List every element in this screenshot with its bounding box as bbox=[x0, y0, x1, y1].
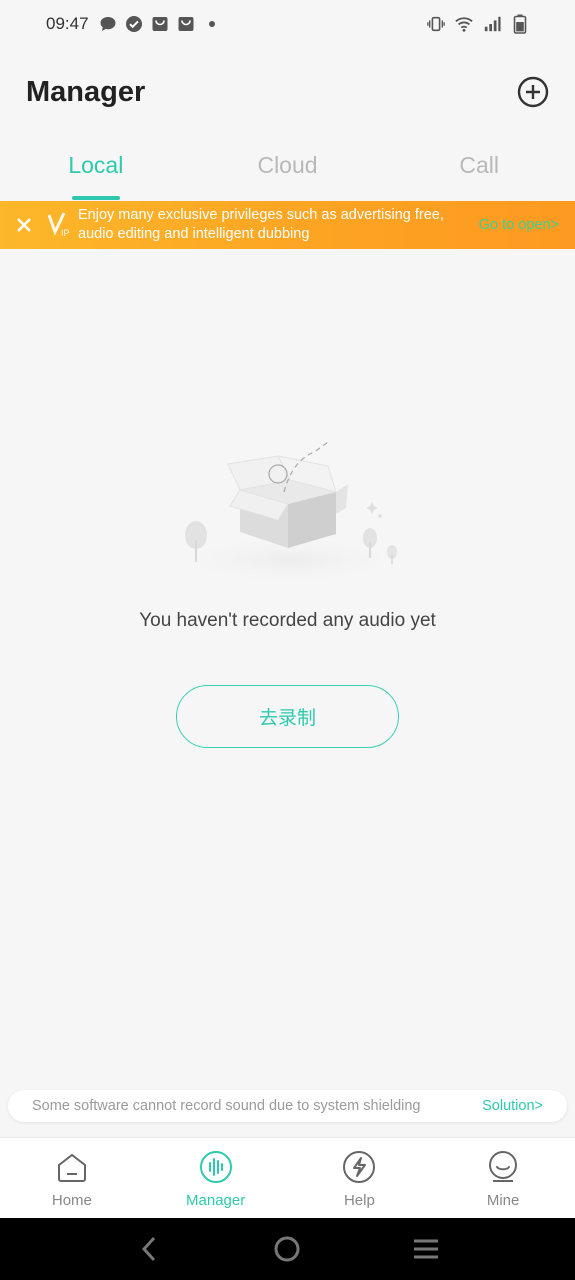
vip-icon: IP bbox=[47, 211, 74, 239]
empty-message: You haven't recorded any audio yet bbox=[139, 610, 436, 631]
svg-text:IP: IP bbox=[61, 228, 70, 238]
add-button[interactable] bbox=[517, 76, 549, 108]
system-nav-bar bbox=[0, 1218, 575, 1280]
audio-wave-icon bbox=[199, 1151, 232, 1183]
signal-icon bbox=[483, 15, 501, 33]
nav-item-mine[interactable]: Mine bbox=[431, 1138, 575, 1218]
notice-bar: Some software cannot record sound due to… bbox=[8, 1090, 567, 1122]
banner-text: Enjoy many exclusive privileges such as … bbox=[78, 207, 444, 242]
banner-open-link[interactable]: Go to open> bbox=[479, 217, 559, 233]
home-icon bbox=[57, 1153, 86, 1182]
check-circle-icon bbox=[125, 15, 143, 33]
close-icon[interactable] bbox=[0, 201, 48, 249]
nav-label: Help bbox=[343, 1192, 375, 1209]
notification-icons bbox=[99, 15, 221, 33]
wifi-icon bbox=[455, 15, 473, 33]
shopping-bag-icon bbox=[177, 15, 195, 33]
notice-text: Some software cannot record sound due to… bbox=[32, 1098, 421, 1114]
nav-label: Manager bbox=[186, 1192, 246, 1209]
tab-call[interactable]: Call bbox=[383, 140, 575, 200]
plus-circle-icon bbox=[517, 76, 549, 108]
battery-icon bbox=[511, 14, 529, 34]
dot-icon bbox=[203, 15, 221, 33]
bottom-nav: Home Manager Help Mine bbox=[0, 1137, 575, 1218]
empty-box-icon bbox=[160, 430, 420, 590]
status-time: 09:47 bbox=[46, 14, 89, 33]
nav-item-home[interactable]: Home bbox=[0, 1138, 144, 1218]
nav-label: Mine bbox=[486, 1192, 520, 1209]
vip-banner: IP Enjoy many exclusive privileges such … bbox=[0, 201, 575, 249]
back-icon[interactable] bbox=[129, 1229, 169, 1269]
vibrate-icon bbox=[427, 15, 445, 33]
system-status-icons bbox=[427, 14, 529, 34]
tab-bar: Local Cloud Call bbox=[0, 140, 575, 200]
tab-label: Call bbox=[459, 152, 499, 178]
mail-bag-icon bbox=[151, 15, 169, 33]
tab-label: Cloud bbox=[257, 152, 318, 178]
home-circle-icon[interactable] bbox=[267, 1229, 307, 1269]
nav-item-manager[interactable]: Manager bbox=[144, 1138, 288, 1218]
tab-local[interactable]: Local bbox=[0, 140, 192, 200]
lightning-icon bbox=[343, 1151, 376, 1183]
smile-icon bbox=[489, 1151, 518, 1182]
nav-label: Home bbox=[51, 1192, 92, 1209]
page-title: Manager bbox=[26, 75, 146, 108]
menu-icon[interactable] bbox=[406, 1229, 446, 1269]
message-icon bbox=[99, 15, 117, 33]
app-header: Manager bbox=[0, 60, 575, 124]
solution-link[interactable]: Solution> bbox=[482, 1098, 543, 1114]
status-bar: 09:47 bbox=[0, 0, 575, 48]
tab-indicator bbox=[71, 196, 120, 200]
record-button[interactable]: 去录制 bbox=[176, 685, 399, 748]
tab-cloud[interactable]: Cloud bbox=[192, 140, 384, 200]
nav-item-help[interactable]: Help bbox=[288, 1138, 432, 1218]
tab-label: Local bbox=[68, 152, 124, 178]
